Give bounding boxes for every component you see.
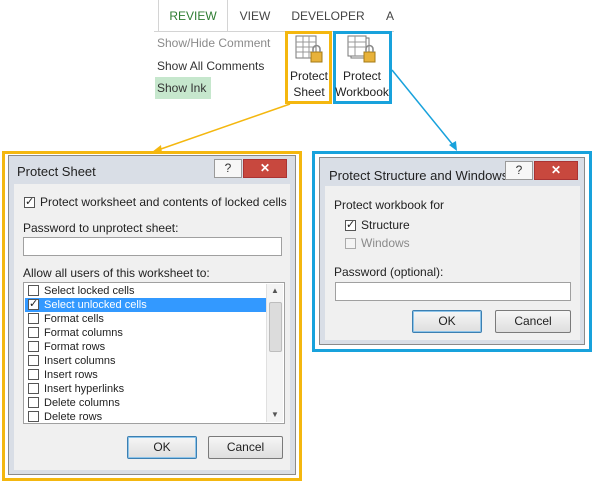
permission-checkbox[interactable]	[28, 383, 39, 394]
close-button[interactable]: ✕	[243, 159, 287, 178]
password-label: Password to unprotect sheet:	[23, 221, 179, 235]
permission-label: Format columns	[44, 327, 123, 339]
permission-item[interactable]: Delete rows	[25, 410, 266, 423]
permission-checkbox[interactable]	[28, 411, 39, 422]
permission-checkbox[interactable]	[28, 369, 39, 380]
permission-label: Delete rows	[44, 411, 103, 423]
structure-label: Structure	[361, 218, 410, 232]
permission-label: Select unlocked cells	[44, 299, 147, 311]
close-button[interactable]: ✕	[534, 161, 578, 180]
scroll-thumb[interactable]	[269, 302, 282, 352]
scroll-up-icon[interactable]: ▲	[267, 284, 283, 298]
permission-label: Delete columns	[44, 397, 120, 409]
permission-checkbox[interactable]	[28, 341, 39, 352]
workbook-callout-arrow	[391, 69, 454, 146]
permission-label: Format rows	[44, 341, 106, 353]
password-input[interactable]	[335, 282, 571, 301]
password-input[interactable]	[23, 237, 282, 256]
permission-label: Insert columns	[44, 355, 116, 367]
protect-contents-label: Protect worksheet and contents of locked…	[40, 195, 287, 209]
permission-item[interactable]: Insert rows	[25, 368, 266, 382]
permission-label: Insert hyperlinks	[44, 383, 125, 395]
permission-item[interactable]: Format cells	[25, 312, 266, 326]
cancel-button[interactable]: Cancel	[208, 436, 283, 459]
permission-item[interactable]: Insert columns	[25, 354, 266, 368]
dialog-body: Protect workbook for Structure Windows P…	[325, 186, 580, 340]
dialog-title: Protect Structure and Windows	[329, 168, 509, 183]
ok-button[interactable]: OK	[412, 310, 482, 333]
permissions-scrollbar[interactable]: ▲ ▼	[266, 284, 283, 422]
ok-button[interactable]: OK	[127, 436, 197, 459]
permission-checkbox[interactable]	[28, 397, 39, 408]
protect-contents-checkbox[interactable]	[24, 195, 35, 208]
dialog-body: Protect worksheet and contents of locked…	[14, 184, 290, 470]
permission-item[interactable]: Delete columns	[25, 396, 266, 410]
permission-label: Select locked cells	[44, 285, 135, 297]
permission-label: Format cells	[44, 313, 104, 325]
dialog-title: Protect Sheet	[17, 164, 96, 179]
sheet-callout-arrow	[157, 103, 291, 151]
permission-item[interactable]: Select locked cells	[25, 284, 266, 298]
structure-checkbox[interactable]	[345, 218, 356, 231]
permission-label: Insert rows	[44, 369, 98, 381]
cancel-button[interactable]: Cancel	[495, 310, 571, 333]
permission-item[interactable]: Format columns	[25, 326, 266, 340]
protect-sheet-dialog: Protect Sheet ? ✕ Protect worksheet and …	[8, 155, 296, 475]
permission-checkbox[interactable]	[28, 355, 39, 366]
permission-checkbox[interactable]	[28, 297, 39, 310]
permission-checkbox[interactable]	[28, 327, 39, 338]
permission-checkbox[interactable]	[28, 285, 39, 296]
group-label: Protect workbook for	[334, 198, 445, 212]
help-button[interactable]: ?	[214, 159, 242, 178]
permissions-list[interactable]: Select locked cells Select unlocked cells…	[23, 282, 285, 424]
help-button[interactable]: ?	[505, 161, 533, 180]
password-label: Password (optional):	[334, 265, 444, 279]
permission-item[interactable]: Format rows	[25, 340, 266, 354]
scroll-down-icon[interactable]: ▼	[267, 408, 283, 422]
permission-checkbox[interactable]	[28, 313, 39, 324]
permission-item[interactable]: Select unlocked cells	[25, 297, 266, 312]
windows-label: Windows	[361, 236, 410, 250]
protect-structure-dialog: Protect Structure and Windows ? ✕ Protec…	[319, 157, 585, 345]
windows-checkbox	[345, 238, 356, 249]
permission-item[interactable]: Insert hyperlinks	[25, 382, 266, 396]
allow-users-label: Allow all users of this worksheet to:	[23, 266, 210, 280]
